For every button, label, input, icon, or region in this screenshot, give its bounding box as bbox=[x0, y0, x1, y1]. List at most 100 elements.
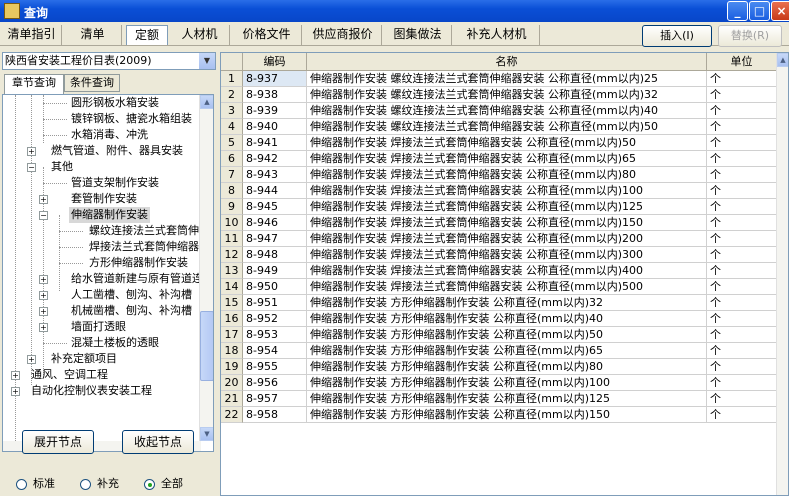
table-row[interactable]: 15 8-951 伸缩器制作安装 方形伸缩器制作安装 公称直径(mm以内)32 个 bbox=[221, 295, 788, 311]
collapse-icon[interactable]: − bbox=[39, 211, 48, 220]
name-cell[interactable]: 伸缩器制作安装 焊接法兰式套筒伸缩器安装 公称直径(mm以内)500 bbox=[307, 279, 707, 295]
name-cell[interactable]: 伸缩器制作安装 焊接法兰式套筒伸缩器安装 公称直径(mm以内)200 bbox=[307, 231, 707, 247]
tree-node[interactable]: 圆形钢板水箱安装 bbox=[71, 95, 159, 111]
name-cell[interactable]: 伸缩器制作安装 方形伸缩器制作安装 公称直径(mm以内)32 bbox=[307, 295, 707, 311]
code-cell[interactable]: 8-955 bbox=[243, 359, 307, 375]
table-row[interactable]: 4 8-940 伸缩器制作安装 螺纹连接法兰式套筒伸缩器安装 公称直径(mm以内)5… bbox=[221, 119, 788, 135]
grid-vertical-scrollbar[interactable]: ▲ bbox=[776, 53, 788, 495]
name-cell[interactable]: 伸缩器制作安装 焊接法兰式套筒伸缩器安装 公称直径(mm以内)150 bbox=[307, 215, 707, 231]
collapse-icon[interactable]: − bbox=[27, 163, 36, 172]
row-number[interactable]: 13 bbox=[221, 263, 243, 279]
code-cell[interactable]: 8-944 bbox=[243, 183, 307, 199]
row-number[interactable]: 17 bbox=[221, 327, 243, 343]
tree-node[interactable]: 通风、空调工程 bbox=[31, 367, 108, 383]
unit-cell[interactable]: 个 bbox=[707, 327, 777, 343]
unit-cell[interactable]: 个 bbox=[707, 343, 777, 359]
scroll-thumb[interactable] bbox=[200, 311, 213, 381]
row-number[interactable]: 3 bbox=[221, 103, 243, 119]
quota-grid[interactable]: 编码 名称 单位 1 8-937 伸缩器制作安装 螺纹连接法兰式套筒伸缩器安装 公称… bbox=[220, 52, 789, 496]
tree-node[interactable]: 螺纹连接法兰式套筒伸缩器安装 bbox=[89, 223, 213, 239]
unit-cell[interactable]: 个 bbox=[707, 103, 777, 119]
table-row[interactable]: 5 8-941 伸缩器制作安装 焊接法兰式套筒伸缩器安装 公称直径(mm以内)50 个 bbox=[221, 135, 788, 151]
code-cell[interactable]: 8-942 bbox=[243, 151, 307, 167]
row-number[interactable]: 16 bbox=[221, 311, 243, 327]
code-cell[interactable]: 8-952 bbox=[243, 311, 307, 327]
insert-button[interactable]: 插入(I) bbox=[642, 25, 712, 47]
name-cell[interactable]: 伸缩器制作安装 方形伸缩器制作安装 公称直径(mm以内)100 bbox=[307, 375, 707, 391]
title-bar[interactable]: 查询 _ □ × bbox=[0, 0, 789, 22]
expand-icon[interactable]: + bbox=[27, 147, 36, 156]
tree-node[interactable]: 燃气管道、附件、器具安装 bbox=[51, 143, 183, 159]
row-number[interactable]: 8 bbox=[221, 183, 243, 199]
row-number[interactable]: 11 bbox=[221, 231, 243, 247]
name-cell[interactable]: 伸缩器制作安装 螺纹连接法兰式套筒伸缩器安装 公称直径(mm以内)32 bbox=[307, 87, 707, 103]
unit-cell[interactable]: 个 bbox=[707, 215, 777, 231]
catalog-select[interactable]: 陕西省安装工程价目表(2009) ▼ bbox=[2, 52, 216, 70]
expand-icon[interactable]: + bbox=[39, 291, 48, 300]
tree-node[interactable]: 套管制作安装 bbox=[71, 191, 137, 207]
table-row[interactable]: 7 8-943 伸缩器制作安装 焊接法兰式套筒伸缩器安装 公称直径(mm以内)80 个 bbox=[221, 167, 788, 183]
unit-cell[interactable]: 个 bbox=[707, 311, 777, 327]
name-cell[interactable]: 伸缩器制作安装 方形伸缩器制作安装 公称直径(mm以内)65 bbox=[307, 343, 707, 359]
table-row[interactable]: 1 8-937 伸缩器制作安装 螺纹连接法兰式套筒伸缩器安装 公称直径(mm以内)2… bbox=[221, 71, 788, 87]
scroll-down-icon[interactable]: ▼ bbox=[200, 427, 213, 441]
expand-icon[interactable]: + bbox=[39, 275, 48, 284]
tab-list[interactable]: 清单 bbox=[64, 25, 122, 45]
unit-cell[interactable]: 个 bbox=[707, 407, 777, 423]
radio-standard[interactable]: 标准 bbox=[16, 475, 55, 491]
name-cell[interactable]: 伸缩器制作安装 方形伸缩器制作安装 公称直径(mm以内)125 bbox=[307, 391, 707, 407]
subtab-chapter-search[interactable]: 章节查询 bbox=[4, 74, 64, 94]
code-cell[interactable]: 8-948 bbox=[243, 247, 307, 263]
table-row[interactable]: 19 8-955 伸缩器制作安装 方形伸缩器制作安装 公称直径(mm以内)80 个 bbox=[221, 359, 788, 375]
unit-cell[interactable]: 个 bbox=[707, 247, 777, 263]
tab-list-guide[interactable]: 清单指引 bbox=[2, 25, 62, 45]
name-cell[interactable]: 伸缩器制作安装 焊接法兰式套筒伸缩器安装 公称直径(mm以内)300 bbox=[307, 247, 707, 263]
tree-node[interactable]: 焊接法兰式套筒伸缩器安装 bbox=[89, 239, 213, 255]
tree-node[interactable]: 自动化控制仪表安装工程 bbox=[31, 383, 152, 399]
row-number[interactable]: 20 bbox=[221, 375, 243, 391]
code-cell[interactable]: 8-939 bbox=[243, 103, 307, 119]
row-number[interactable]: 1 bbox=[221, 71, 243, 87]
table-row[interactable]: 14 8-950 伸缩器制作安装 焊接法兰式套筒伸缩器安装 公称直径(mm以内)50… bbox=[221, 279, 788, 295]
tab-atlas-method[interactable]: 图集做法 bbox=[384, 25, 452, 45]
unit-cell[interactable]: 个 bbox=[707, 167, 777, 183]
chevron-down-icon[interactable]: ▼ bbox=[199, 53, 215, 69]
name-cell[interactable]: 伸缩器制作安装 方形伸缩器制作安装 公称直径(mm以内)40 bbox=[307, 311, 707, 327]
column-header-code[interactable]: 编码 bbox=[243, 53, 307, 71]
unit-cell[interactable]: 个 bbox=[707, 151, 777, 167]
row-number[interactable]: 18 bbox=[221, 343, 243, 359]
unit-cell[interactable]: 个 bbox=[707, 263, 777, 279]
row-number[interactable]: 6 bbox=[221, 151, 243, 167]
expand-icon[interactable]: + bbox=[39, 307, 48, 316]
code-cell[interactable]: 8-943 bbox=[243, 167, 307, 183]
expand-icon[interactable]: + bbox=[27, 355, 36, 364]
expand-icon[interactable]: + bbox=[11, 371, 20, 380]
code-cell[interactable]: 8-953 bbox=[243, 327, 307, 343]
expand-icon[interactable]: + bbox=[11, 387, 20, 396]
column-header-unit[interactable]: 单位 bbox=[707, 53, 777, 71]
name-cell[interactable]: 伸缩器制作安装 焊接法兰式套筒伸缩器安装 公称直径(mm以内)100 bbox=[307, 183, 707, 199]
replace-button[interactable]: 替换(R) bbox=[718, 25, 782, 47]
name-cell[interactable]: 伸缩器制作安装 焊接法兰式套筒伸缩器安装 公称直径(mm以内)400 bbox=[307, 263, 707, 279]
row-number[interactable]: 7 bbox=[221, 167, 243, 183]
expand-icon[interactable]: + bbox=[39, 195, 48, 204]
name-cell[interactable]: 伸缩器制作安装 方形伸缩器制作安装 公称直径(mm以内)150 bbox=[307, 407, 707, 423]
row-number[interactable]: 22 bbox=[221, 407, 243, 423]
tree-node[interactable]: 给水管道新建与原有管道连接 bbox=[71, 271, 213, 287]
scroll-up-icon[interactable]: ▲ bbox=[777, 53, 788, 67]
unit-cell[interactable]: 个 bbox=[707, 375, 777, 391]
row-number[interactable]: 10 bbox=[221, 215, 243, 231]
tab-labor-material[interactable]: 人材机 bbox=[170, 25, 230, 45]
row-number[interactable]: 12 bbox=[221, 247, 243, 263]
subtab-condition-search[interactable]: 条件查询 bbox=[64, 74, 120, 92]
collapse-nodes-button[interactable]: 收起节点 bbox=[122, 430, 194, 454]
table-row[interactable]: 17 8-953 伸缩器制作安装 方形伸缩器制作安装 公称直径(mm以内)50 个 bbox=[221, 327, 788, 343]
row-number[interactable]: 2 bbox=[221, 87, 243, 103]
tab-quota[interactable]: 定额 bbox=[126, 25, 168, 45]
code-cell[interactable]: 8-947 bbox=[243, 231, 307, 247]
name-cell[interactable]: 伸缩器制作安装 方形伸缩器制作安装 公称直径(mm以内)80 bbox=[307, 359, 707, 375]
code-cell[interactable]: 8-957 bbox=[243, 391, 307, 407]
unit-cell[interactable]: 个 bbox=[707, 391, 777, 407]
tab-price-file[interactable]: 价格文件 bbox=[232, 25, 302, 45]
expand-icon[interactable]: + bbox=[39, 323, 48, 332]
